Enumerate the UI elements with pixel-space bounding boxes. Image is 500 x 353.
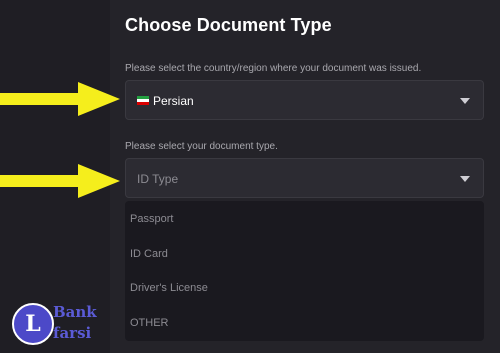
iran-flag-icon xyxy=(137,96,149,105)
logo-badge: L xyxy=(12,303,54,345)
chevron-down-icon xyxy=(460,98,470,104)
logo-letter: L xyxy=(25,311,41,337)
document-type-label: Please select your document type. xyxy=(125,141,278,152)
country-label: Please select the country/region where y… xyxy=(125,63,422,74)
country-select[interactable]: Persian xyxy=(125,80,484,120)
logo-word-bank: Bank xyxy=(53,303,97,321)
bankfarsi-logo: L Bank farsi xyxy=(12,303,102,347)
country-select-value: Persian xyxy=(153,94,194,108)
arrow-pointer-icon xyxy=(0,164,120,198)
document-type-placeholder: ID Type xyxy=(137,172,179,186)
document-type-select[interactable]: ID Type xyxy=(125,158,484,198)
logo-word-farsi: farsi xyxy=(53,324,92,342)
option-id-card[interactable]: ID Card xyxy=(130,248,168,260)
arrow-pointer-icon xyxy=(0,82,120,116)
option-passport[interactable]: Passport xyxy=(130,213,173,225)
option-drivers-license[interactable]: Driver's License xyxy=(130,282,208,294)
option-other[interactable]: OTHER xyxy=(130,317,169,329)
page-title: Choose Document Type xyxy=(125,15,332,35)
chevron-down-icon xyxy=(460,176,470,182)
document-type-dropdown: Passport ID Card Driver's License OTHER xyxy=(125,201,484,341)
